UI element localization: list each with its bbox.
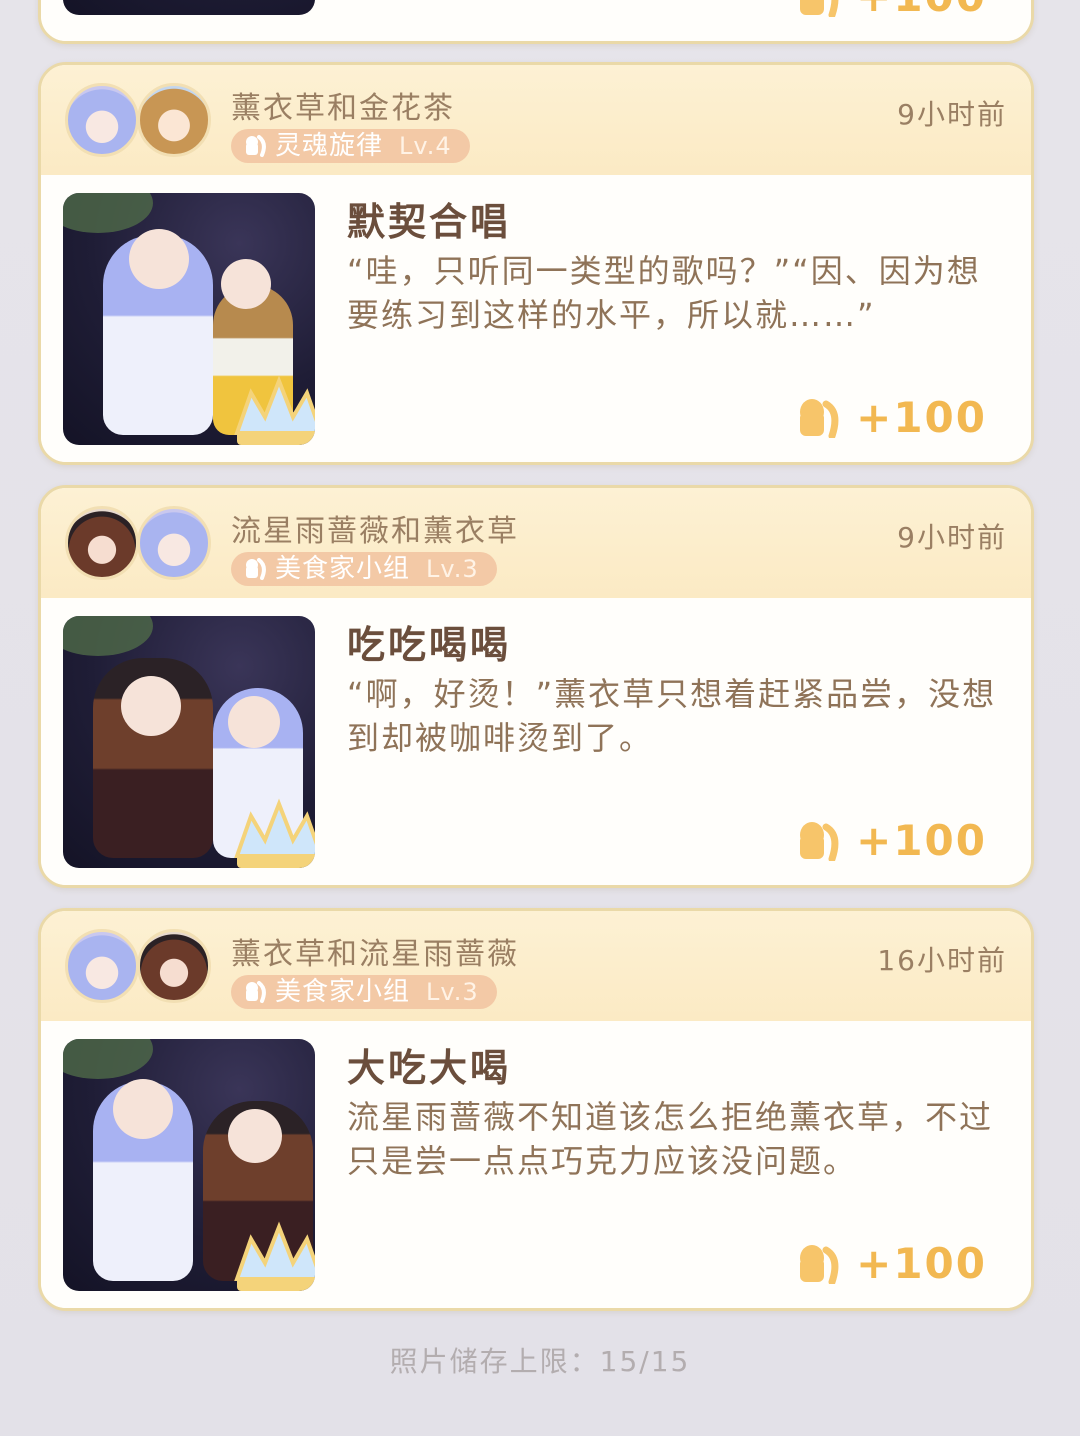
memory-photo[interactable]	[63, 616, 315, 868]
group-icon	[246, 558, 266, 580]
avatar-lavender[interactable]	[137, 506, 211, 580]
group-level: Lv.3	[426, 978, 479, 1006]
group-badge[interactable]: 灵魂旋律 Lv.4	[231, 129, 470, 163]
crystal-crown-icon	[234, 1221, 315, 1291]
timestamp: 9小时前	[897, 98, 1007, 131]
group-name: 美食家小组	[275, 554, 411, 584]
group-name: 灵魂旋律	[275, 131, 384, 161]
reward-value: +100	[856, 1239, 987, 1288]
memory-photo[interactable]	[63, 0, 315, 15]
group-level: Lv.4	[399, 132, 452, 160]
friendship-icon	[800, 0, 839, 17]
avatar-meteor-rose[interactable]	[65, 506, 139, 580]
friendship-icon	[800, 398, 839, 438]
participant-names: 流星雨蔷薇和薰衣草	[231, 514, 519, 549]
friendship-icon	[800, 1244, 839, 1284]
reward-value: +100	[856, 816, 987, 865]
group-badge[interactable]: 美食家小组 Lv.3	[231, 552, 497, 586]
crystal-crown-icon	[234, 375, 315, 445]
reward-value: +100	[856, 393, 987, 442]
crystal-crown-icon	[234, 798, 315, 868]
avatar-meteor-rose[interactable]	[137, 929, 211, 1003]
group-icon	[246, 981, 266, 1003]
memory-card-partial[interactable]: +100	[38, 0, 1034, 44]
card-header: 薰衣草和流星雨蔷薇 美食家小组 Lv.3 16小时前	[41, 911, 1031, 1021]
avatar-goldflower[interactable]	[137, 83, 211, 157]
reward-value: +100	[856, 0, 987, 21]
timestamp: 16小时前	[877, 944, 1007, 977]
storage-limit-label: 照片储存上限：15/15	[389, 1345, 691, 1378]
memory-photo[interactable]	[63, 1039, 315, 1291]
group-name: 美食家小组	[275, 977, 411, 1007]
group-level: Lv.3	[426, 555, 479, 583]
card-header: 薰衣草和金花茶 灵魂旋律 Lv.4 9小时前	[41, 65, 1031, 175]
avatar-lavender[interactable]	[65, 929, 139, 1003]
participant-names: 薰衣草和金花茶	[231, 91, 455, 126]
memory-title: 默契合唱	[347, 200, 512, 244]
memory-description: 流星雨蔷薇不知道该怎么拒绝薰衣草，不过只是尝一点点巧克力应该没问题。	[347, 1098, 994, 1180]
participant-names: 薰衣草和流星雨蔷薇	[231, 937, 519, 972]
memory-title: 大吃大喝	[347, 1046, 512, 1090]
card-header: 流星雨蔷薇和薰衣草 美食家小组 Lv.3 9小时前	[41, 488, 1031, 598]
group-badge[interactable]: 美食家小组 Lv.3	[231, 975, 497, 1009]
avatar-lavender[interactable]	[65, 83, 139, 157]
reward: +100	[798, 1239, 987, 1288]
friendship-icon	[800, 821, 839, 861]
memory-description: “哇，只听同一类型的歌吗？”“因、因为想要练习到这样的水平，所以就……”	[347, 252, 981, 334]
memory-photo[interactable]	[63, 193, 315, 445]
reward: +100	[798, 393, 987, 442]
memory-card[interactable]: 薰衣草和流星雨蔷薇 美食家小组 Lv.3 16小时前 大吃大喝 流星雨蔷薇不知道…	[38, 908, 1034, 1311]
timestamp: 9小时前	[897, 521, 1007, 554]
reward: +100	[798, 0, 987, 21]
group-icon	[246, 135, 266, 157]
memory-card[interactable]: 薰衣草和金花茶 灵魂旋律 Lv.4 9小时前 默契合唱 “哇，只听同一类型的歌吗…	[38, 62, 1034, 465]
memory-title: 吃吃喝喝	[347, 623, 512, 667]
reward: +100	[798, 816, 987, 865]
memory-description: “啊，好烫！”薰衣草只想着赶紧品尝，没想到却被咖啡烫到了。	[347, 675, 997, 757]
memory-card[interactable]: 流星雨蔷薇和薰衣草 美食家小组 Lv.3 9小时前 吃吃喝喝 “啊，好烫！”薰衣…	[38, 485, 1034, 888]
